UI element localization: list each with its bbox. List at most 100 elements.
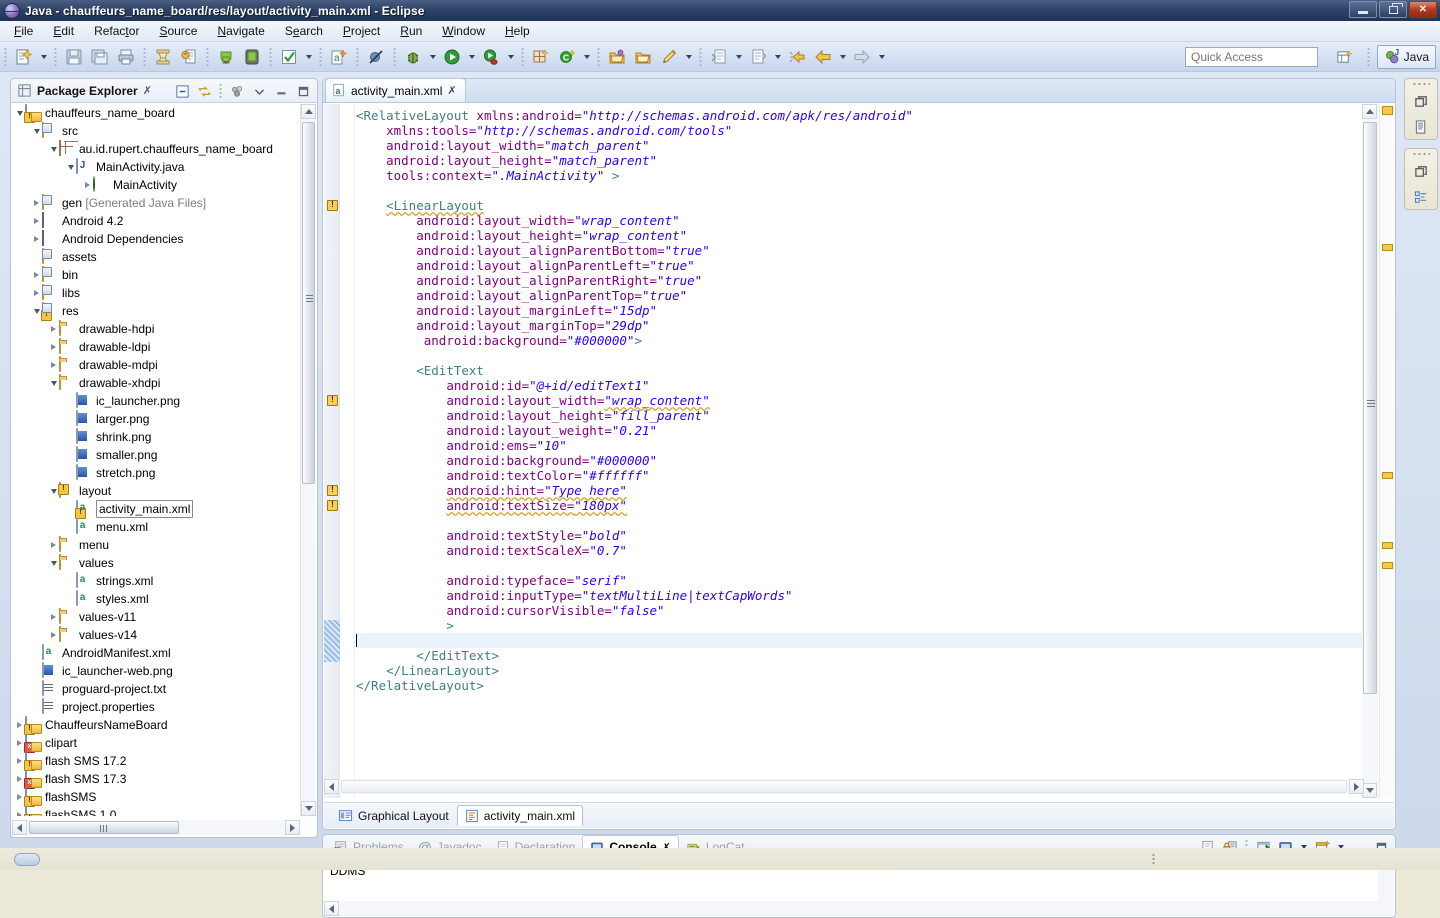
tree-item-flash-sms-17-2[interactable]: flash SMS 17.2 — [12, 752, 300, 770]
tab-package-explorer[interactable]: Package Explorer ✗ — [11, 79, 158, 102]
minimize-button[interactable] — [1349, 1, 1377, 18]
android-avd-manager-icon[interactable] — [240, 45, 264, 69]
tree-item-larger-png[interactable]: larger.png — [12, 410, 300, 428]
tree-item-clipart[interactable]: clipart — [12, 734, 300, 752]
menu-project[interactable]: Project — [333, 21, 390, 41]
new-android-project-icon[interactable]: a — [327, 45, 351, 69]
android-sdk-manager-icon[interactable] — [214, 45, 238, 69]
menu-window[interactable]: Window — [432, 21, 495, 41]
overview-warning-marker[interactable] — [1382, 562, 1393, 569]
tree-item-smaller-png[interactable]: smaller.png — [12, 446, 300, 464]
tree-item-menu-xml[interactable]: menu.xml — [12, 518, 300, 536]
tree-item-bin[interactable]: bin — [12, 266, 300, 284]
tree-item-drawable-xhdpi[interactable]: drawable-xhdpi — [12, 374, 300, 392]
new-class-dropdown-arrow[interactable] — [580, 45, 593, 69]
scroll-left-arrow[interactable] — [12, 820, 27, 835]
tree-item-flashsms[interactable]: flashSMS — [12, 788, 300, 806]
expand-arrow-icon[interactable] — [48, 338, 59, 356]
menu-help[interactable]: Help — [495, 21, 540, 41]
menu-navigate[interactable]: Navigate — [207, 21, 274, 41]
drag-handle[interactable] — [1412, 152, 1430, 156]
new-dropdown-arrow[interactable] — [37, 45, 50, 69]
tree-item-au-id-rupert-chauffeurs-name-board[interactable]: au.id.rupert.chauffeurs_name_board — [12, 140, 300, 158]
open-task-icon[interactable] — [631, 45, 655, 69]
tree-item-chauffeursnameboard[interactable]: ChauffeursNameBoard — [12, 716, 300, 734]
link-with-editor-icon[interactable] — [194, 81, 214, 101]
view-menu-chevron-icon[interactable] — [249, 81, 269, 101]
save-icon[interactable] — [62, 45, 86, 69]
forward-dropdown-arrow[interactable] — [875, 45, 888, 69]
tree-item-activity-main-xml[interactable]: activity_main.xml — [12, 500, 300, 518]
tree-item-values-v14[interactable]: values-v14 — [12, 626, 300, 644]
overview-ruler[interactable] — [1379, 104, 1394, 798]
new-wizard-icon[interactable] — [12, 45, 36, 69]
minimize-icon[interactable] — [271, 81, 291, 101]
skip-breakpoints-icon[interactable] — [364, 45, 388, 69]
export-icon[interactable] — [151, 45, 175, 69]
scroll-right-arrow[interactable] — [1349, 779, 1364, 794]
scroll-up-arrow[interactable] — [301, 104, 316, 119]
tree-item-chauffeurs-name-board[interactable]: chauffeurs_name_board — [12, 104, 300, 122]
editor-horizontal-scrollbar[interactable] — [324, 779, 1364, 794]
tree-item-ic-launcher-web-png[interactable]: ic_launcher-web.png — [12, 662, 300, 680]
annotation-ruler[interactable] — [324, 104, 340, 798]
expand-arrow-icon[interactable] — [48, 356, 59, 374]
close-icon[interactable]: ✗ — [143, 84, 152, 97]
menu-run[interactable]: Run — [390, 21, 432, 41]
tree-item-drawable-mdpi[interactable]: drawable-mdpi — [12, 356, 300, 374]
tree-item-values-v11[interactable]: values-v11 — [12, 608, 300, 626]
scroll-thumb[interactable] — [29, 821, 179, 834]
tree-item-libs[interactable]: libs — [12, 284, 300, 302]
expand-arrow-icon[interactable] — [48, 608, 59, 626]
tree-item-androidmanifest-xml[interactable]: AndroidManifest.xml — [12, 644, 300, 662]
drag-handle[interactable] — [1412, 82, 1430, 86]
editor-vertical-scrollbar[interactable] — [1362, 104, 1378, 798]
external-tools-dropdown-arrow[interactable] — [504, 45, 517, 69]
expand-arrow-icon[interactable] — [31, 266, 42, 284]
overview-warning-marker[interactable] — [1382, 244, 1393, 251]
back-icon[interactable] — [811, 45, 835, 69]
new-java-package-icon[interactable] — [529, 45, 553, 69]
console-horizontal-scrollbar[interactable] — [324, 901, 1379, 916]
scroll-thumb[interactable] — [302, 122, 315, 484]
edit-icon[interactable] — [657, 45, 681, 69]
save-all-icon[interactable] — [88, 45, 112, 69]
tree-item-shrink-png[interactable]: shrink.png — [12, 428, 300, 446]
run-icon[interactable] — [440, 45, 464, 69]
expand-arrow-icon[interactable] — [48, 320, 59, 338]
collapse-all-icon[interactable] — [172, 81, 192, 101]
tree-item-ic-launcher-png[interactable]: ic_launcher.png — [12, 392, 300, 410]
tree-item-styles-xml[interactable]: styles.xml — [12, 590, 300, 608]
code-editor[interactable]: <RelativeLayout xmlns:android="http://sc… — [324, 104, 1364, 798]
tree-item-gen[interactable]: gen [Generated Java Files] — [12, 194, 300, 212]
expand-arrow-icon[interactable] — [48, 626, 59, 644]
tree-item-menu[interactable]: menu — [12, 536, 300, 554]
scroll-down-arrow[interactable] — [301, 801, 316, 816]
restore-icon[interactable] — [1410, 160, 1432, 182]
tab-activity-main-xml[interactable]: a activity_main.xml ✗ — [325, 78, 466, 102]
tree-item-src[interactable]: src — [12, 122, 300, 140]
back-dropdown-arrow[interactable] — [836, 45, 849, 69]
scroll-right-arrow[interactable] — [285, 820, 300, 835]
scroll-up-arrow[interactable] — [1362, 104, 1377, 119]
overview-warning-marker[interactable] — [1382, 542, 1393, 549]
warning-marker-icon[interactable] — [327, 200, 338, 211]
package-explorer-horizontal-scrollbar[interactable] — [12, 820, 300, 835]
package-explorer-tree[interactable]: chauffeurs_name_boardsrcau.id.rupert.cha… — [12, 104, 300, 816]
open-type-icon[interactable] — [605, 45, 629, 69]
maximize-button[interactable] — [1379, 1, 1407, 18]
link-resource-icon[interactable] — [177, 45, 201, 69]
tree-item-layout[interactable]: layout — [12, 482, 300, 500]
tree-item-flashsms-1-0[interactable]: flashSMS 1.0 — [12, 806, 300, 816]
forward-icon[interactable] — [850, 45, 874, 69]
folding-ruler[interactable] — [341, 104, 355, 798]
tree-item-mainactivity-java[interactable]: MainActivity.java — [12, 158, 300, 176]
next-annotation-dropdown-arrow[interactable] — [732, 45, 745, 69]
tab-graphical-layout[interactable]: Graphical Layout — [330, 805, 457, 826]
run-external-tools-icon[interactable] — [479, 45, 503, 69]
menu-file[interactable]: File — [4, 21, 43, 41]
warning-marker-icon[interactable] — [327, 500, 338, 511]
tree-item-android-4-2[interactable]: Android 4.2 — [12, 212, 300, 230]
scroll-thumb[interactable] — [1363, 122, 1377, 694]
scroll-left-arrow[interactable] — [324, 901, 339, 916]
